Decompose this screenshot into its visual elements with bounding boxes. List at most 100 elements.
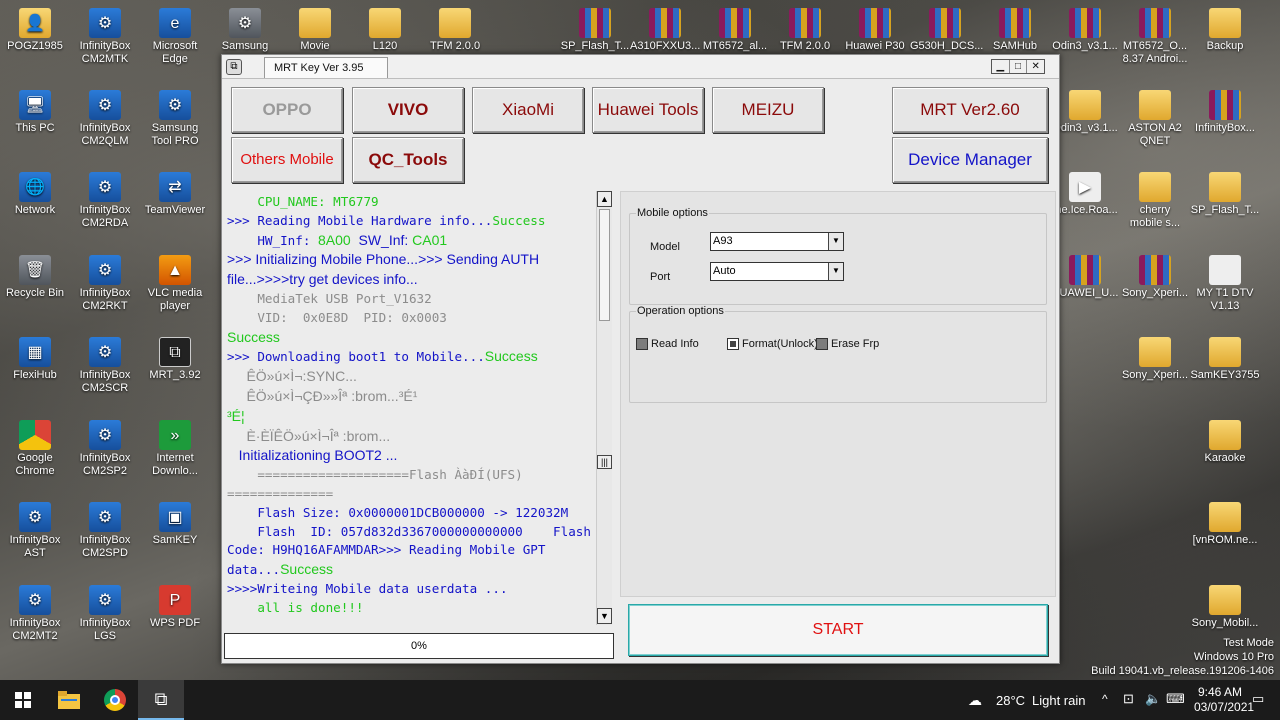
desktop-icon[interactable]: SP_Flash_T... [1190,172,1260,217]
desktop-icon-label: Odin3_v3.1... [1052,122,1118,134]
network-icon[interactable]: ⊡ [1123,691,1134,707]
weather-temp[interactable]: 28°C [996,693,1025,708]
desktop-icon[interactable]: ⚙ InfinityBox CM2SP2 [70,420,140,478]
desktop-icon[interactable]: » Internet Downlo... [140,420,210,478]
mrt-taskbar-button[interactable]: ⧉ [138,680,184,720]
desktop-icon[interactable]: 🗑 Recycle Bin [0,255,70,300]
cloud-rain-icon[interactable]: ☁ [968,692,982,709]
meizu-button[interactable]: MEIZU [712,87,824,133]
scroll-up-arrow-icon[interactable]: ▲ [597,191,612,207]
checkbox-icon[interactable] [816,338,828,350]
desktop-icon[interactable]: ⚙ InfinityBox CM2MT2 [0,585,70,643]
log-scrollbar[interactable]: ▲ ||| ▼ [596,191,612,625]
desktop-icon[interactable]: cherry mobile s... [1120,172,1190,230]
desktop-app-icon [1139,337,1171,367]
desktop-icon[interactable]: Odin3_v3.1... [1050,90,1120,135]
app-icon[interactable]: ⧉ [226,59,242,75]
desktop-icon[interactable]: SAMHub [980,8,1050,53]
desktop-icon[interactable]: ⚙ InfinityBox CM2MTK [70,8,140,66]
erase-frp-checkbox[interactable]: Erase Frp [816,338,879,350]
port-select[interactable]: Auto ▼ [710,262,844,281]
checkbox-icon[interactable] [727,338,739,350]
scroll-down-arrow-icon[interactable]: ▼ [597,608,612,624]
desktop-icon[interactable]: ⇄ TeamViewer [140,172,210,217]
desktop-icon-label: A310FXXU3... [630,40,701,52]
start-button[interactable]: START [628,604,1048,656]
weather-text[interactable]: Light rain [1032,693,1085,708]
desktop-icon[interactable]: ▶ the.Ice.Roa... [1050,172,1120,217]
title-bar[interactable]: ⧉ MRT Key Ver 3.95 ▁ □ ✕ [222,55,1059,79]
desktop-icon[interactable]: ⚙ Samsung Tool PRO [140,90,210,148]
tray-up-arrow-icon[interactable]: ^ [1102,692,1108,706]
desktop-icon[interactable]: HUAWEI_U... [1050,255,1120,300]
scroll-thumb[interactable] [599,209,610,321]
minimize-button[interactable]: ▁ [992,60,1009,73]
xiaomi-button[interactable]: XiaoMi [472,87,584,133]
desktop-icon[interactable]: Odin3_v3.1... [1050,8,1120,53]
chrome-taskbar-button[interactable] [92,680,138,720]
desktop-icon[interactable]: MY T1 DTV V1.13 [1190,255,1260,313]
desktop-icon[interactable]: ▦ FlexiHub [0,337,70,382]
desktop-icon[interactable]: MT6572_al... [700,8,770,53]
huawei-tools-button[interactable]: Huawei Tools [592,87,704,133]
desktop-icon[interactable]: Sony_Xperi... [1120,337,1190,382]
vivo-button[interactable]: VIVO [352,87,464,133]
desktop-icon[interactable]: L120 [350,8,420,53]
format-unlock-checkbox[interactable]: Format(Unlock) [727,338,818,350]
model-select[interactable]: A93 ▼ [710,232,844,251]
qc-tools-button[interactable]: QC_Tools [352,137,464,183]
checkbox-icon[interactable] [636,338,648,350]
desktop-icon[interactable]: e Microsoft Edge [140,8,210,66]
desktop-icon[interactable]: ▲ VLC media player [140,255,210,313]
log-line: CPU_NAME: MT6779 [227,193,598,212]
desktop-icon[interactable]: ⚙ InfinityBox CM2QLM [70,90,140,148]
device-manager-button[interactable]: Device Manager [892,137,1048,183]
file-explorer-taskbar-button[interactable] [46,680,92,720]
chevron-down-icon[interactable]: ▼ [828,233,843,250]
desktop-icon[interactable]: A310FXXU3... [630,8,700,53]
start-menu-button[interactable] [0,680,46,720]
mrt-version-button[interactable]: MRT Ver2.60 [892,87,1048,133]
desktop-icon[interactable]: Google Chrome [0,420,70,478]
desktop-icon[interactable]: Sony_Mobil... [1190,585,1260,630]
desktop-icon[interactable]: MT6572_O... 8.37 Androi... [1120,8,1190,66]
desktop-icon[interactable]: Movie [280,8,350,53]
desktop-icon[interactable]: ⧉ MRT_3.92 [140,337,210,382]
read-info-checkbox[interactable]: Read Info [636,338,699,350]
desktop-icon[interactable]: ⚙ Samsung [210,8,280,53]
desktop-icon[interactable]: Sony_Xperi... [1120,255,1190,300]
volume-icon[interactable]: 🔈 [1145,691,1161,707]
close-button[interactable]: ✕ [1026,60,1044,73]
desktop-icon[interactable]: 👤 POGZ1985 [0,8,70,53]
desktop-icon[interactable]: 🌐 Network [0,172,70,217]
chevron-down-icon[interactable]: ▼ [828,263,843,280]
desktop-icon[interactable]: SamKEY3755 [1190,337,1260,382]
maximize-button[interactable]: □ [1008,60,1027,73]
clock[interactable]: 9:46 AM 03/07/2021 [1194,685,1254,715]
desktop-icon[interactable]: ▣ SamKEY [140,502,210,547]
language-icon[interactable]: ⌨ [1166,691,1185,707]
desktop-icon[interactable]: ⚙ InfinityBox AST [0,502,70,560]
desktop-icon[interactable]: Backup [1190,8,1260,53]
desktop-icon[interactable]: ⚙ InfinityBox CM2SCR [70,337,140,395]
notifications-icon[interactable]: ▭ [1252,691,1264,707]
desktop-icon[interactable]: ⚙ InfinityBox CM2RKT [70,255,140,313]
desktop-icon[interactable]: Huawei P30 [840,8,910,53]
desktop-icon[interactable]: G530H_DCS... [910,8,983,53]
desktop-icon[interactable]: SP_Flash_T... [560,8,630,53]
desktop-app-icon: P [159,585,191,615]
desktop-icon[interactable]: ⚙ InfinityBox CM2RDA [70,172,140,230]
others-mobile-button[interactable]: Others Mobile [231,137,343,183]
oppo-button[interactable]: OPPO [231,87,343,133]
desktop-icon[interactable]: InfinityBox... [1190,90,1260,135]
desktop-icon[interactable]: ⚙ InfinityBox LGS [70,585,140,643]
desktop-icon[interactable]: ASTON A2 QNET [1120,90,1190,148]
desktop-icon[interactable]: P WPS PDF [140,585,210,630]
log-output[interactable]: CPU_NAME: MT6779 >>> Reading Mobile Hardw… [224,191,612,625]
desktop-icon[interactable]: 🖥 This PC [0,90,70,135]
desktop-icon[interactable]: Karaoke [1190,420,1260,465]
log-segment: Code: H9HQ16AFAMMDAR>>> Reading Mobile G… [227,542,546,558]
desktop-icon[interactable]: ⚙ InfinityBox CM2SPD [70,502,140,560]
desktop-icon[interactable]: [vnROM.ne... [1190,502,1260,547]
desktop-app-icon [299,8,331,38]
